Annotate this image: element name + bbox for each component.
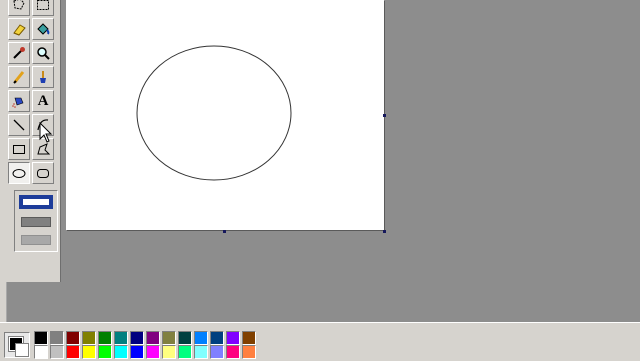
palette-color-swatch[interactable]: [178, 345, 192, 359]
line-icon: [11, 117, 27, 133]
airbrush-icon: [11, 93, 27, 109]
free-form-select-tool[interactable]: [8, 0, 30, 16]
pick-color-tool[interactable]: [8, 42, 30, 64]
palette-color-swatch[interactable]: [178, 331, 192, 345]
select-tool[interactable]: [32, 0, 54, 16]
line-tool[interactable]: [8, 114, 30, 136]
palette-color-swatch[interactable]: [66, 331, 80, 345]
magnifier-icon: [35, 45, 51, 61]
palette-color-swatch[interactable]: [162, 345, 176, 359]
palette-color-swatch[interactable]: [130, 331, 144, 345]
canvas-resize-handle-corner[interactable]: [383, 230, 386, 233]
palette-color-swatch[interactable]: [82, 345, 96, 359]
mouse-pointer-icon: [39, 122, 53, 143]
fill-style-options: [14, 190, 58, 252]
palette-color-swatch[interactable]: [194, 345, 208, 359]
brush-tool[interactable]: [32, 66, 54, 88]
palette-color-swatch[interactable]: [82, 331, 96, 345]
palette-color-swatch[interactable]: [242, 331, 256, 345]
brush-icon: [35, 69, 51, 85]
palette-color-swatch[interactable]: [114, 345, 128, 359]
palette-color-swatch[interactable]: [242, 345, 256, 359]
color-palette: [0, 322, 640, 361]
airbrush-tool[interactable]: [8, 90, 30, 112]
palette-color-swatch[interactable]: [34, 331, 48, 345]
fill-style-fill-only[interactable]: [21, 235, 51, 245]
eraser-tool[interactable]: [8, 18, 30, 40]
palette-color-swatch[interactable]: [226, 345, 240, 359]
pencil-tool[interactable]: [8, 66, 30, 88]
palette-color-swatch[interactable]: [226, 331, 240, 345]
palette-color-swatch[interactable]: [146, 331, 160, 345]
palette-color-swatch[interactable]: [210, 345, 224, 359]
ellipse-tool[interactable]: [8, 162, 30, 184]
palette-color-swatch[interactable]: [162, 331, 176, 345]
ellipse-icon: [11, 165, 27, 181]
fill-style-outline-and-fill[interactable]: [21, 217, 51, 227]
rectangle-icon: [11, 141, 27, 157]
palette-color-swatch[interactable]: [210, 331, 224, 345]
canvas-resize-handle-bottom[interactable]: [223, 230, 226, 233]
palette-color-swatch[interactable]: [50, 345, 64, 359]
rounded-rectangle-tool[interactable]: [32, 162, 54, 184]
palette-color-swatch[interactable]: [194, 331, 208, 345]
palette-color-swatch[interactable]: [130, 345, 144, 359]
eraser-icon: [11, 21, 27, 37]
text-tool[interactable]: A: [32, 90, 54, 112]
select-icon: [35, 0, 51, 13]
canvas-drawing: [136, 45, 292, 181]
canvas-resize-handle-right[interactable]: [383, 114, 386, 117]
text-icon: A: [37, 92, 49, 109]
palette-color-swatch[interactable]: [98, 345, 112, 359]
free-form-select-icon: [11, 0, 27, 13]
drawing-canvas[interactable]: [66, 0, 384, 230]
background-color: [15, 343, 29, 357]
eyedropper-icon: [11, 45, 27, 61]
palette-color-swatch[interactable]: [50, 331, 64, 345]
palette-color-swatch[interactable]: [146, 345, 160, 359]
current-colors-indicator[interactable]: [4, 332, 30, 358]
drawn-ellipse: [136, 45, 292, 181]
pencil-icon: [11, 69, 27, 85]
paint-bucket-icon: [35, 21, 51, 37]
palette-color-swatch[interactable]: [114, 331, 128, 345]
rounded-rectangle-icon: [35, 165, 51, 181]
magnifier-tool[interactable]: [32, 42, 54, 64]
palette-color-swatch[interactable]: [34, 345, 48, 359]
rectangle-tool[interactable]: [8, 138, 30, 160]
palette-color-swatch[interactable]: [98, 331, 112, 345]
fill-style-outline-only[interactable]: [19, 195, 53, 209]
palette-color-swatch[interactable]: [66, 345, 80, 359]
fill-with-color-tool[interactable]: [32, 18, 54, 40]
